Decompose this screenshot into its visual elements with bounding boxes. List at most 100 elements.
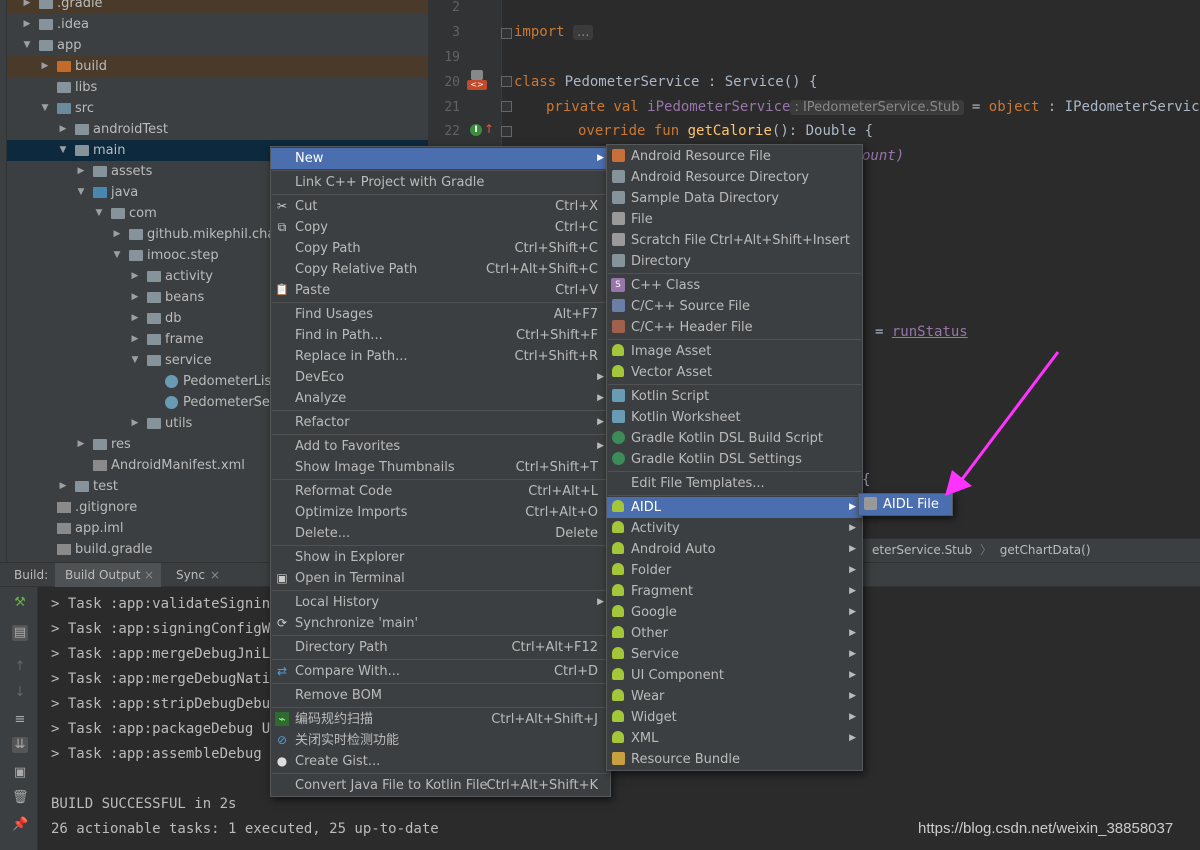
chevron-down-icon[interactable]: ▼ bbox=[57, 140, 69, 161]
menu-item[interactable]: ⇄ Compare With... Ctrl+D bbox=[271, 661, 610, 682]
print-icon[interactable]: ▣ bbox=[12, 765, 28, 781]
menu-item[interactable]: Android Auto ▶ bbox=[607, 539, 862, 560]
menu-item[interactable]: AIDL ▶ bbox=[607, 497, 862, 518]
menu-item[interactable]: Link C++ Project with Gradle bbox=[271, 172, 610, 193]
tree-item[interactable]: libs bbox=[7, 77, 428, 98]
menu-item[interactable]: Show Image Thumbnails Ctrl+Shift+T bbox=[271, 457, 610, 478]
menu-item[interactable]: Resource Bundle bbox=[607, 749, 862, 770]
menu-item[interactable]: Copy Path Ctrl+Shift+C bbox=[271, 238, 610, 259]
menu-item[interactable]: Android Resource Directory bbox=[607, 167, 862, 188]
tree-item[interactable]: ▶ androidTest bbox=[7, 119, 428, 140]
menu-item[interactable]: UI Component ▶ bbox=[607, 665, 862, 686]
menu-item[interactable]: Analyze ▶ bbox=[271, 388, 610, 409]
menu-item[interactable]: ▣ Open in Terminal bbox=[271, 568, 610, 589]
chevron-right-icon[interactable]: ▶ bbox=[129, 287, 141, 308]
chevron-down-icon[interactable]: ▼ bbox=[93, 203, 105, 224]
tree-item[interactable]: ▶ .idea bbox=[7, 14, 428, 35]
chevron-down-icon[interactable]: ▼ bbox=[111, 245, 123, 266]
chevron-right-icon[interactable]: ▶ bbox=[129, 308, 141, 329]
menu-item[interactable]: S C++ Class bbox=[607, 275, 862, 296]
menu-item[interactable]: ⧉ Copy Ctrl+C bbox=[271, 217, 610, 238]
trash-icon[interactable]: 🗑 bbox=[12, 790, 29, 806]
menu-item[interactable]: Find in Path... Ctrl+Shift+F bbox=[271, 325, 610, 346]
menu-item[interactable]: ✂ Cut Ctrl+X bbox=[271, 196, 610, 217]
menu-item[interactable]: DevEco ▶ bbox=[271, 367, 610, 388]
menu-item[interactable]: Reformat Code Ctrl+Alt+L bbox=[271, 481, 610, 502]
scroll-to-end-icon[interactable]: ⇊ bbox=[12, 737, 28, 753]
menu-item[interactable]: ⟳ Synchronize 'main' bbox=[271, 613, 610, 634]
menu-item[interactable]: Replace in Path... Ctrl+Shift+R bbox=[271, 346, 610, 367]
soft-wrap-icon[interactable]: ≡ bbox=[12, 712, 28, 728]
chevron-right-icon[interactable]: ▶ bbox=[21, 14, 33, 35]
chevron-down-icon[interactable]: ▼ bbox=[75, 182, 87, 203]
fold-icon[interactable] bbox=[501, 101, 512, 112]
up-arrow-icon[interactable]: ↑ bbox=[12, 659, 28, 675]
menu-item[interactable]: Service ▶ bbox=[607, 644, 862, 665]
chevron-right-icon[interactable]: ▶ bbox=[75, 434, 87, 455]
menu-item[interactable]: Image Asset bbox=[607, 341, 862, 362]
chevron-right-icon[interactable]: ▶ bbox=[129, 329, 141, 350]
chevron-right-icon[interactable]: ▶ bbox=[57, 476, 69, 497]
menu-item[interactable]: Copy Relative Path Ctrl+Alt+Shift+C bbox=[271, 259, 610, 280]
menu-item[interactable]: Gradle Kotlin DSL Build Script bbox=[607, 428, 862, 449]
menu-item[interactable]: AIDL File bbox=[859, 494, 952, 515]
close-icon[interactable]: × bbox=[210, 563, 220, 587]
menu-item[interactable]: C/C++ Header File bbox=[607, 317, 862, 338]
menu-item[interactable]: Vector Asset bbox=[607, 362, 862, 383]
menu-item[interactable]: 📋 Paste Ctrl+V bbox=[271, 280, 610, 301]
breadcrumb-item[interactable]: eterService.Stub bbox=[872, 543, 972, 557]
chevron-right-icon[interactable]: ▶ bbox=[75, 161, 87, 182]
chevron-down-icon[interactable]: ▼ bbox=[39, 98, 51, 119]
menu-item[interactable]: Widget ▶ bbox=[607, 707, 862, 728]
menu-item[interactable]: Google ▶ bbox=[607, 602, 862, 623]
menu-item[interactable]: Directory Path Ctrl+Alt+F12 bbox=[271, 637, 610, 658]
menu-item[interactable]: XML ▶ bbox=[607, 728, 862, 749]
menu-item[interactable]: Add to Favorites ▶ bbox=[271, 436, 610, 457]
fold-icon[interactable] bbox=[501, 126, 512, 137]
chevron-right-icon[interactable]: ▶ bbox=[129, 413, 141, 434]
menu-item[interactable]: Refactor ▶ bbox=[271, 412, 610, 433]
menu-item[interactable]: Sample Data Directory bbox=[607, 188, 862, 209]
menu-item[interactable]: C/C++ Source File bbox=[607, 296, 862, 317]
menu-item[interactable]: Optimize Imports Ctrl+Alt+O bbox=[271, 502, 610, 523]
pin-icon[interactable]: 📌 bbox=[12, 817, 28, 833]
menu-item[interactable]: Find Usages Alt+F7 bbox=[271, 304, 610, 325]
menu-item[interactable]: Convert Java File to Kotlin File Ctrl+Alt… bbox=[271, 775, 610, 796]
chevron-right-icon[interactable]: ▶ bbox=[111, 224, 123, 245]
menu-item[interactable]: Kotlin Worksheet bbox=[607, 407, 862, 428]
breadcrumb-item[interactable]: getChartData() bbox=[1000, 543, 1091, 557]
tab-build-output[interactable]: Build Output × bbox=[55, 563, 161, 587]
fold-icon[interactable] bbox=[501, 76, 512, 87]
menu-item[interactable]: Scratch File Ctrl+Alt+Shift+Insert bbox=[607, 230, 862, 251]
menu-item[interactable]: ⌁ 编码规约扫描 Ctrl+Alt+Shift+J bbox=[271, 709, 610, 730]
override-gutter-icon[interactable]: I ↑ bbox=[470, 122, 494, 138]
chevron-right-icon[interactable]: ▶ bbox=[21, 0, 33, 14]
menu-item[interactable]: Gradle Kotlin DSL Settings bbox=[607, 449, 862, 470]
chevron-down-icon[interactable]: ▼ bbox=[129, 350, 141, 371]
menu-item[interactable]: Local History ▶ bbox=[271, 592, 610, 613]
chevron-right-icon[interactable]: ▶ bbox=[39, 56, 51, 77]
menu-item[interactable]: Delete... Delete bbox=[271, 523, 610, 544]
tree-item[interactable]: ▼ src bbox=[7, 98, 428, 119]
down-arrow-icon[interactable]: ↓ bbox=[12, 685, 28, 701]
menu-item[interactable]: Kotlin Script bbox=[607, 386, 862, 407]
menu-item[interactable]: Wear ▶ bbox=[607, 686, 862, 707]
menu-item[interactable]: File bbox=[607, 209, 862, 230]
menu-item[interactable]: Other ▶ bbox=[607, 623, 862, 644]
menu-item[interactable]: Show in Explorer bbox=[271, 547, 610, 568]
tree-item[interactable]: ▼ app bbox=[7, 35, 428, 56]
menu-item[interactable]: Activity ▶ bbox=[607, 518, 862, 539]
tree-item[interactable]: ▶ .gradle bbox=[7, 0, 428, 14]
chevron-right-icon[interactable]: ▶ bbox=[57, 119, 69, 140]
hammer-icon[interactable]: ⚒ bbox=[12, 595, 28, 611]
chevron-down-icon[interactable]: ▼ bbox=[21, 35, 33, 56]
tab-sync[interactable]: Sync × bbox=[166, 563, 226, 587]
menu-item[interactable]: Android Resource File bbox=[607, 146, 862, 167]
menu-item[interactable]: Edit File Templates... bbox=[607, 473, 862, 494]
close-icon[interactable]: × bbox=[144, 563, 154, 587]
menu-item[interactable]: Remove BOM bbox=[271, 685, 610, 706]
menu-item[interactable]: New ▶ bbox=[271, 148, 610, 169]
menu-item[interactable]: Directory bbox=[607, 251, 862, 272]
toggle-view-icon[interactable]: ▤ bbox=[12, 625, 28, 641]
menu-item[interactable]: ⊘ 关闭实时检测功能 bbox=[271, 730, 610, 751]
